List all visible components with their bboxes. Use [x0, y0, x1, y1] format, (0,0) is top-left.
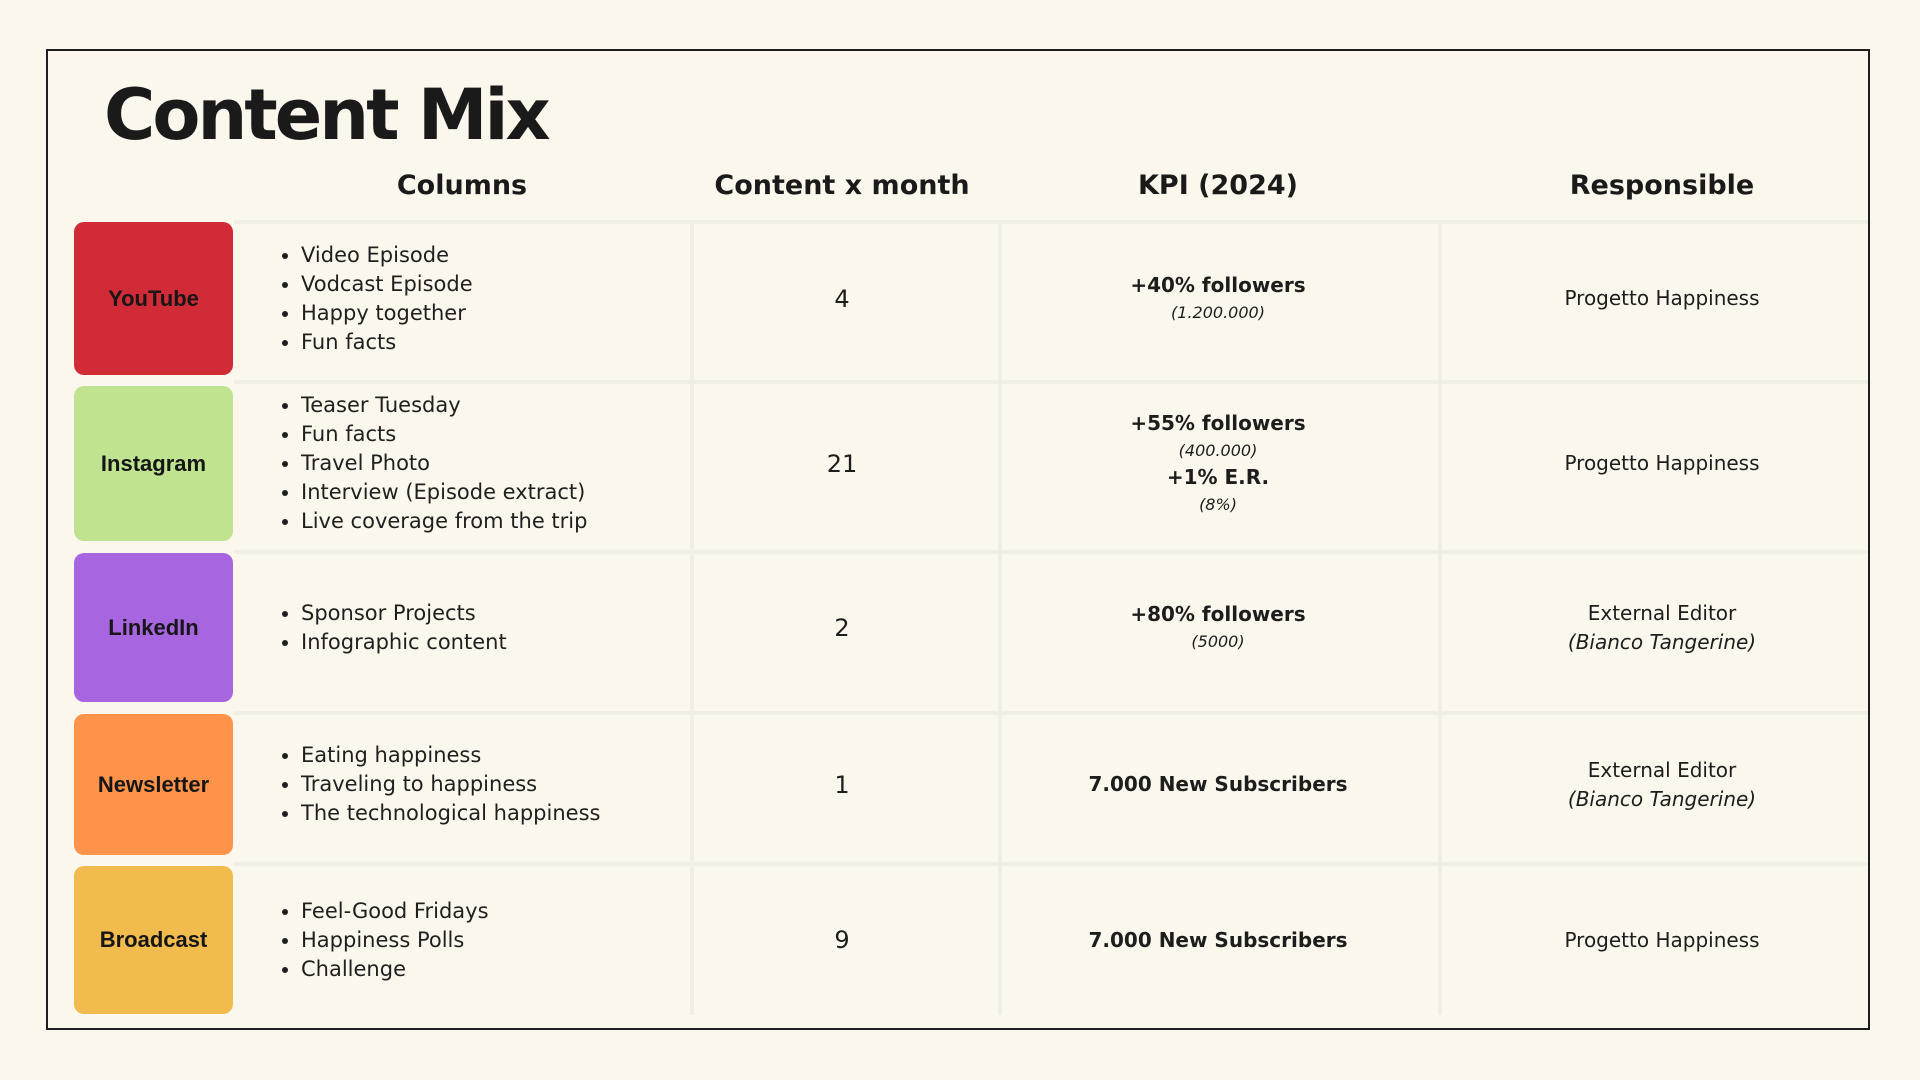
- list-item: The technological happiness: [301, 799, 600, 828]
- content-count: 1: [834, 770, 850, 799]
- header-columns: Columns: [396, 170, 528, 201]
- list-item: Fun facts: [301, 328, 473, 357]
- responsible-name: External Editor: [1587, 600, 1737, 625]
- list-item: Happiness Polls: [301, 926, 489, 955]
- row-divider: [234, 380, 1868, 384]
- platform-badge-linkedin: LinkedIn: [74, 553, 233, 702]
- responsible-cell: Progetto Happiness: [1442, 866, 1882, 1014]
- columns-cell: Feel-Good FridaysHappiness PollsChalleng…: [276, 866, 686, 1014]
- responsible-name: External Editor: [1587, 757, 1737, 782]
- columns-list: Feel-Good FridaysHappiness PollsChalleng…: [276, 897, 489, 984]
- kpi-cell: +40% followers (1.200.000): [1002, 222, 1434, 375]
- kpi-value: +1% E.R.: [1166, 464, 1270, 489]
- kpi-cell: 7.000 New Subscribers: [1002, 866, 1434, 1014]
- responsible-detail: (Bianco Tangerine): [1567, 629, 1757, 654]
- platform-badge-newsletter: Newsletter: [74, 714, 233, 855]
- columns-cell: Teaser TuesdayFun factsTravel PhotoInter…: [276, 386, 686, 541]
- columns-list: Sponsor ProjectsInfographic content: [276, 599, 507, 657]
- list-item: Vodcast Episode: [301, 270, 473, 299]
- responsible-cell: External Editor (Bianco Tangerine): [1442, 714, 1882, 855]
- platform-badge-broadcast: Broadcast: [74, 866, 233, 1014]
- platform-badge-youtube: YouTube: [74, 222, 233, 375]
- content-count: 9: [834, 926, 850, 954]
- kpi-cell: +80% followers (5000): [1002, 553, 1434, 702]
- kpi-value: +80% followers: [1130, 601, 1306, 626]
- kpi-value: +40% followers: [1130, 272, 1306, 297]
- header-kpi: KPI (2024): [1138, 170, 1298, 201]
- list-item: Challenge: [301, 955, 489, 984]
- columns-cell: Video EpisodeVodcast EpisodeHappy togeth…: [276, 222, 686, 375]
- list-item: Teaser Tuesday: [301, 391, 587, 420]
- content-count: 2: [834, 613, 850, 642]
- header-responsible: Responsible: [1569, 170, 1755, 201]
- kpi-value: 7.000 New Subscribers: [1088, 927, 1348, 952]
- responsible-cell: Progetto Happiness: [1442, 222, 1882, 375]
- kpi-target: (8%): [1199, 494, 1237, 514]
- list-item: Infographic content: [301, 628, 507, 657]
- list-item: Interview (Episode extract): [301, 478, 587, 507]
- list-item: Sponsor Projects: [301, 599, 507, 628]
- responsible-cell: External Editor (Bianco Tangerine): [1442, 553, 1882, 702]
- header-content-x-month: Content x month: [714, 170, 970, 201]
- columns-list: Teaser TuesdayFun factsTravel PhotoInter…: [276, 391, 587, 536]
- responsible-name: Progetto Happiness: [1564, 286, 1760, 310]
- kpi-cell: +55% followers (400.000) +1% E.R. (8%): [1002, 386, 1434, 541]
- columns-list: Video EpisodeVodcast EpisodeHappy togeth…: [276, 241, 473, 357]
- columns-list: Eating happinessTraveling to happinessTh…: [276, 741, 600, 828]
- kpi-target: (1.200.000): [1171, 302, 1265, 322]
- responsible-name: Progetto Happiness: [1564, 451, 1760, 475]
- list-item: Travel Photo: [301, 449, 587, 478]
- kpi-value: +55% followers: [1130, 410, 1306, 435]
- list-item: Live coverage from the trip: [301, 507, 587, 536]
- page-title: Content Mix: [104, 74, 551, 156]
- list-item: Fun facts: [301, 420, 587, 449]
- kpi-target: (400.000): [1178, 440, 1258, 460]
- list-item: Traveling to happiness: [301, 770, 600, 799]
- columns-cell: Sponsor ProjectsInfographic content: [276, 553, 686, 702]
- kpi-target: (5000): [1191, 631, 1245, 651]
- responsible-cell: Progetto Happiness: [1442, 386, 1882, 541]
- kpi-value: 7.000 New Subscribers: [1088, 772, 1348, 796]
- content-count: 21: [826, 449, 858, 478]
- list-item: Eating happiness: [301, 741, 600, 770]
- list-item: Happy together: [301, 299, 473, 328]
- columns-cell: Eating happinessTraveling to happinessTh…: [276, 714, 686, 855]
- kpi-cell: 7.000 New Subscribers: [1002, 714, 1434, 855]
- responsible-detail: (Bianco Tangerine): [1567, 786, 1757, 811]
- list-item: Video Episode: [301, 241, 473, 270]
- platform-badge-instagram: Instagram: [74, 386, 233, 541]
- responsible-name: Progetto Happiness: [1564, 927, 1760, 952]
- list-item: Feel-Good Fridays: [301, 897, 489, 926]
- content-count: 4: [834, 284, 850, 313]
